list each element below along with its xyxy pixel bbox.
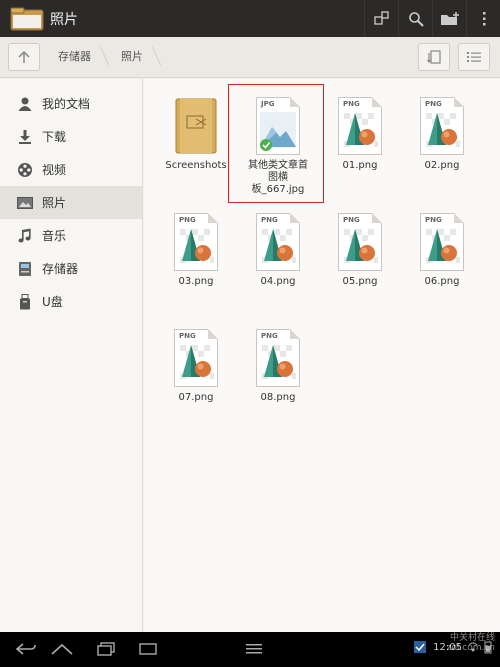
photo-icon: [16, 194, 34, 212]
folder-icon: [174, 97, 218, 155]
file-item-screenshots-folder[interactable]: Screenshots: [155, 97, 237, 172]
sidebar-item-label: 音乐: [42, 229, 67, 243]
breadcrumb: 存储器 照片: [46, 43, 161, 71]
file-name: 05.png: [342, 276, 378, 287]
recent-apps-icon: [97, 642, 115, 656]
sidebar-item-label: 我的文档: [42, 97, 91, 111]
overflow-menu-button[interactable]: [466, 0, 500, 37]
folder-app-icon[interactable]: [10, 7, 44, 31]
png-file-icon: PNG: [338, 97, 382, 155]
sidebar-item-usb-drive[interactable]: U盘: [0, 285, 142, 318]
new-folder-icon: [440, 11, 459, 25]
png-file-icon: PNG: [338, 213, 382, 271]
list-view-icon: [467, 52, 481, 62]
film-reel-icon: [16, 161, 34, 179]
selection-highlight: [228, 84, 324, 203]
app-title: 照片: [50, 11, 78, 28]
file-item-png[interactable]: PNG 05.png: [319, 213, 401, 288]
home-icon: [51, 643, 73, 655]
list-view-button[interactable]: [458, 43, 490, 71]
file-name: 06.png: [424, 276, 460, 287]
file-item-png[interactable]: PNG 02.png: [401, 97, 483, 172]
breadcrumb-storage[interactable]: 存储器: [46, 43, 109, 71]
breadcrumb-photos[interactable]: 照片: [109, 43, 161, 71]
storage-icon: [16, 260, 34, 278]
file-name: 02.png: [424, 160, 460, 171]
menu-button[interactable]: [240, 639, 268, 659]
png-file-icon: PNG: [256, 213, 300, 271]
sidebar-item-label: U盘: [42, 295, 63, 309]
sidebar-item-label: 存储器: [42, 262, 79, 276]
up-button[interactable]: [8, 43, 40, 71]
sort-button[interactable]: [418, 43, 450, 71]
usb-drive-icon: [16, 293, 34, 311]
file-item-png[interactable]: PNG 08.png: [237, 329, 319, 404]
sidebar-item-label: 视频: [42, 163, 67, 177]
select-button[interactable]: [364, 0, 398, 37]
search-button[interactable]: [398, 0, 432, 37]
png-file-icon: PNG: [256, 329, 300, 387]
home-button[interactable]: [48, 639, 76, 659]
arrow-up-icon: [18, 50, 30, 63]
new-folder-button[interactable]: [432, 0, 466, 37]
file-name: 03.png: [178, 276, 214, 287]
screenshot-button[interactable]: [134, 639, 162, 659]
file-name: 08.png: [260, 392, 296, 403]
sidebar-item-music[interactable]: 音乐: [0, 219, 142, 252]
file-item-png[interactable]: PNG 01.png: [319, 97, 401, 172]
search-icon: [408, 11, 424, 27]
png-file-icon: PNG: [174, 329, 218, 387]
music-note-icon: [16, 227, 34, 245]
file-item-png[interactable]: PNG 03.png: [155, 213, 237, 288]
png-file-icon: PNG: [174, 213, 218, 271]
back-icon: [15, 643, 36, 655]
overflow-menu-icon: [482, 11, 485, 25]
file-name: 01.png: [342, 160, 378, 171]
path-bar: 存储器 照片: [0, 37, 500, 78]
select-icon: [373, 10, 389, 25]
png-file-icon: PNG: [420, 213, 464, 271]
screen-capture-icon: [139, 643, 157, 655]
watermark: 中关村在线 zol.com.cn: [446, 633, 495, 653]
file-name: 07.png: [178, 392, 214, 403]
file-item-png[interactable]: PNG 06.png: [401, 213, 483, 288]
sidebar-item-label: 照片: [42, 196, 67, 210]
file-name: Screenshots: [165, 160, 227, 171]
action-bar: 照片: [0, 0, 500, 37]
download-icon: [16, 128, 34, 146]
sidebar: 我的文档 下载 视频 照片 音乐 存储器 U盘: [0, 79, 143, 632]
recent-apps-button[interactable]: [92, 639, 120, 659]
sidebar-item-photos[interactable]: 照片: [0, 186, 142, 219]
file-item-png[interactable]: PNG 07.png: [155, 329, 237, 404]
sidebar-item-label: 下载: [42, 130, 67, 144]
file-name: 04.png: [260, 276, 296, 287]
file-item-png[interactable]: PNG 04.png: [237, 213, 319, 288]
sidebar-item-videos[interactable]: 视频: [0, 153, 142, 186]
sidebar-item-downloads[interactable]: 下载: [0, 120, 142, 153]
png-file-icon: PNG: [420, 97, 464, 155]
sort-icon: [427, 50, 441, 64]
menu-icon: [246, 644, 262, 654]
sidebar-item-my-documents[interactable]: 我的文档: [0, 87, 142, 120]
back-button[interactable]: [12, 639, 40, 659]
sidebar-item-storage[interactable]: 存储器: [0, 252, 142, 285]
person-icon: [16, 95, 34, 113]
